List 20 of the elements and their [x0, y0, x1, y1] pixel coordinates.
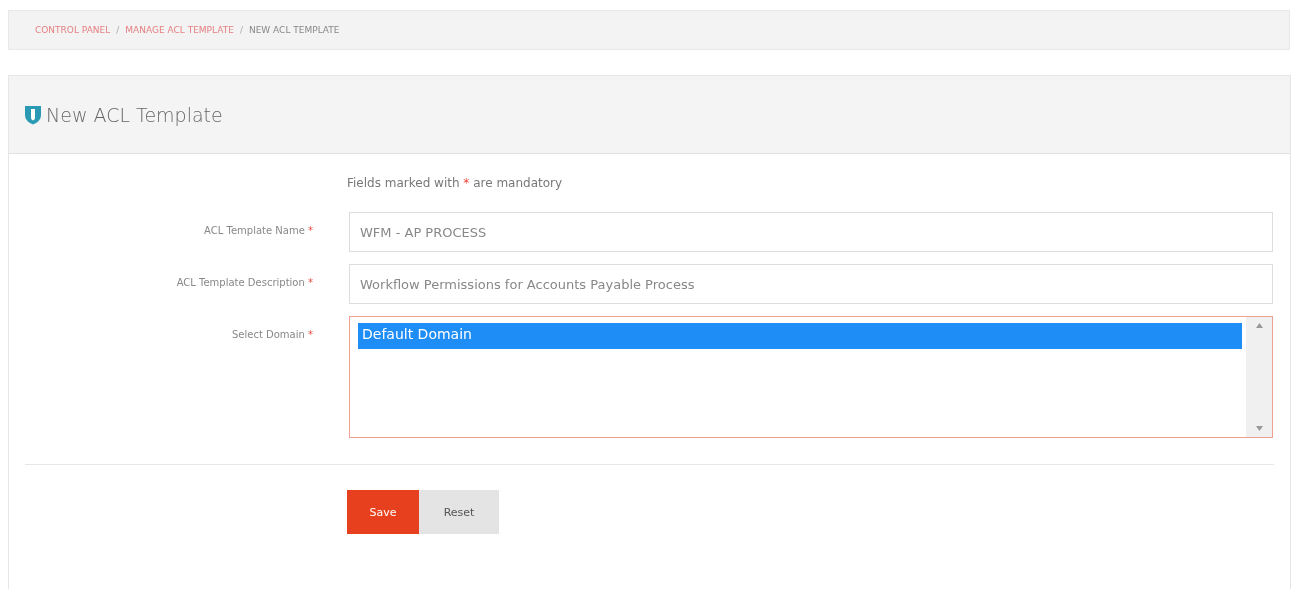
- text-field[interactable]: WFM - AP PROCESS: [349, 212, 1273, 252]
- field-label: Select Domain *: [230, 328, 313, 340]
- breadcrumb-link[interactable]: CONTROL PANEL: [35, 25, 111, 35]
- scrollbar[interactable]: [1246, 317, 1272, 437]
- breadcrumb-separator: /: [239, 25, 243, 35]
- scroll-up-icon[interactable]: [1255, 323, 1263, 328]
- breadcrumb-separator: /: [116, 25, 120, 35]
- text-field[interactable]: Workflow Permissions for Accounts Payable Process: [349, 264, 1273, 304]
- save-button[interactable]: Save: [347, 490, 419, 534]
- listbox-option[interactable]: Default Domain: [358, 323, 1242, 349]
- domain-listbox[interactable]: Default Domain: [349, 316, 1273, 438]
- field-label: ACL Template Description *: [175, 276, 313, 288]
- shield-icon: [24, 104, 42, 125]
- breadcrumb-link[interactable]: MANAGE ACL TEMPLATE: [125, 25, 234, 35]
- scroll-down-icon[interactable]: [1255, 426, 1263, 431]
- panel-title: New ACL Template: [46, 103, 223, 126]
- field-label: ACL Template Name *: [203, 224, 313, 236]
- mandatory-notice: Fields marked with * are mandatory: [347, 176, 564, 192]
- breadcrumb-current: NEW ACL TEMPLATE: [248, 25, 340, 35]
- reset-button[interactable]: Reset: [419, 490, 499, 534]
